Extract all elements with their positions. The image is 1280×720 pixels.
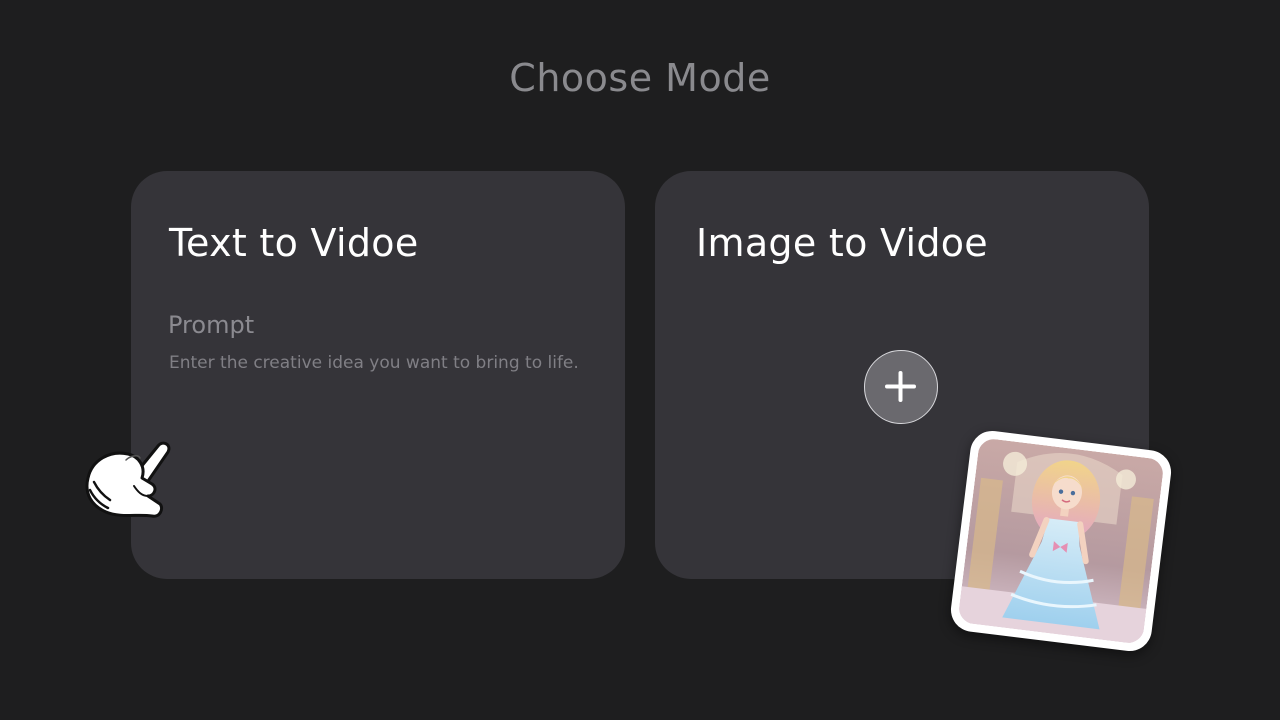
prompt-input[interactable]: Enter the creative idea you want to brin… [169, 353, 579, 373]
plus-icon [885, 371, 916, 402]
text-to-video-title: Text to Vidoe [169, 221, 419, 265]
image-to-video-title: Image to Vidoe [696, 221, 988, 265]
prompt-label: Prompt [168, 311, 255, 339]
text-to-video-card[interactable]: Text to Vidoe Prompt Enter the creative … [131, 171, 625, 579]
princess-photo [957, 437, 1165, 645]
add-image-button[interactable] [864, 350, 938, 424]
sample-photo-card[interactable] [948, 428, 1174, 654]
pointing-hand-cursor-icon [80, 438, 174, 526]
page-title: Choose Mode [509, 56, 771, 100]
